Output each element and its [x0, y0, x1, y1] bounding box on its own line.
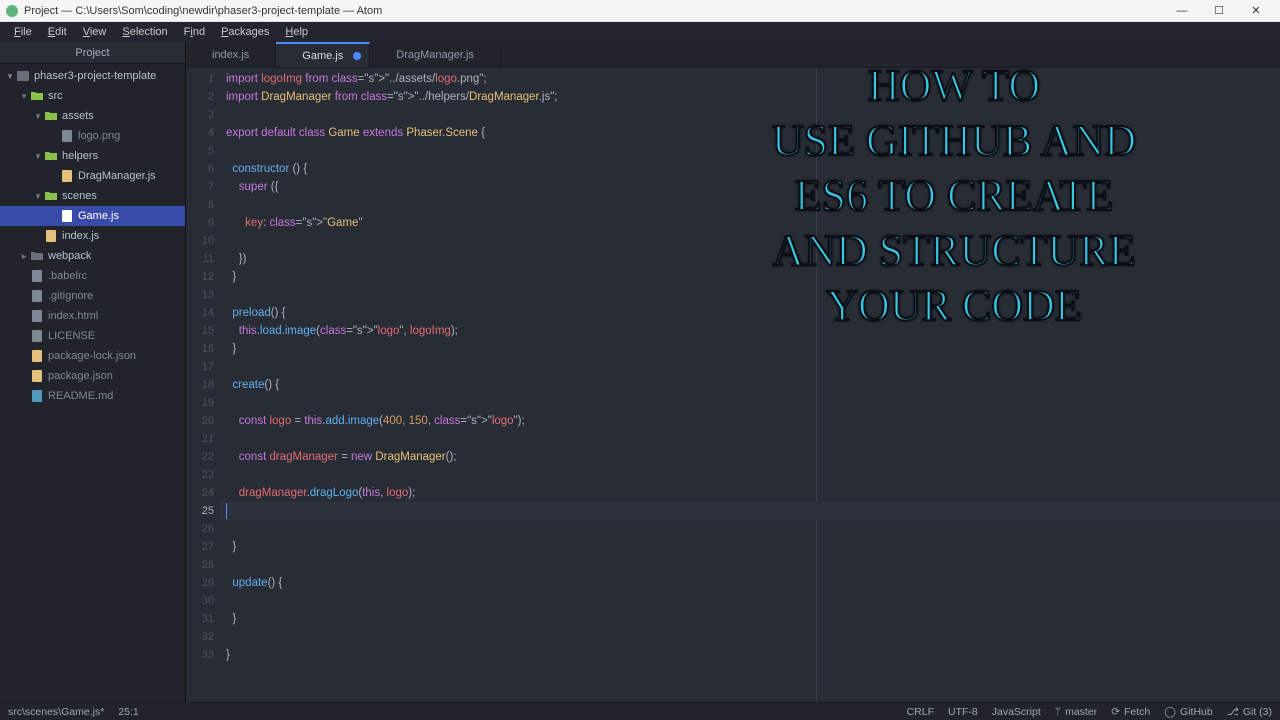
tree-label: .gitignore: [48, 290, 93, 302]
chevron-down-icon: ▾: [32, 151, 44, 162]
tree-label: phaser3-project-template: [34, 70, 156, 82]
tree-file-license[interactable]: LICENSE: [0, 326, 185, 346]
tab-index-js[interactable]: index.js: [186, 42, 276, 67]
status-encoding[interactable]: UTF-8: [948, 706, 978, 718]
tree-file-package-json[interactable]: package.json: [0, 366, 185, 386]
tree-folder-assets[interactable]: ▾ assets: [0, 106, 185, 126]
menu-packages[interactable]: Packages: [213, 26, 277, 38]
window-close-button[interactable]: ✕: [1238, 1, 1274, 21]
tree-file-index-html[interactable]: index.html: [0, 306, 185, 326]
tree-folder-helpers[interactable]: ▾ helpers: [0, 146, 185, 166]
tree-label: logo.png: [78, 130, 120, 142]
image-file-icon: [60, 129, 74, 143]
tree-label: DragManager.js: [78, 170, 156, 182]
tree-label: src: [48, 90, 63, 102]
tab-dragmanager-js[interactable]: DragManager.js: [370, 42, 501, 67]
file-tree[interactable]: ▾ phaser3-project-template ▾ src ▾ asset…: [0, 64, 185, 702]
tree-file-dragmanager[interactable]: DragManager.js: [0, 166, 185, 186]
status-git-branch[interactable]: ᛘmaster: [1055, 706, 1097, 718]
tree-file-logo-png[interactable]: logo.png: [0, 126, 185, 146]
tab-label: index.js: [212, 49, 249, 61]
menu-view[interactable]: View: [75, 26, 115, 38]
tree-label: LICENSE: [48, 330, 95, 342]
atom-icon: [6, 5, 18, 17]
folder-icon: [44, 109, 58, 123]
tree-label: helpers: [62, 150, 98, 162]
file-icon: [30, 269, 44, 283]
line-number-gutter: 1234567891011121314151617181920212223242…: [186, 68, 220, 702]
chevron-down-icon: ▾: [32, 191, 44, 202]
modified-indicator-icon: [353, 52, 361, 60]
tree-label: webpack: [48, 250, 91, 262]
js-file-icon: [44, 229, 58, 243]
status-line-ending[interactable]: CRLF: [907, 706, 934, 718]
tree-label: index.html: [48, 310, 98, 322]
tree-file-babelrc[interactable]: .babelrc: [0, 266, 185, 286]
tree-file-gitignore[interactable]: .gitignore: [0, 286, 185, 306]
tree-label: scenes: [62, 190, 97, 202]
tab-game-js[interactable]: Game.js: [276, 42, 370, 67]
status-grammar[interactable]: JavaScript: [992, 706, 1041, 718]
folder-icon: [44, 149, 58, 163]
branch-icon: ᛘ: [1055, 706, 1061, 718]
tree-label: README.md: [48, 390, 113, 402]
window-maximize-button[interactable]: ☐: [1201, 1, 1237, 21]
sync-icon: ⟳: [1111, 706, 1120, 718]
tree-label: .babelrc: [48, 270, 87, 282]
chevron-down-icon: ▾: [18, 91, 30, 102]
status-bar: src\scenes\Game.js* 25:1 CRLF UTF-8 Java…: [0, 702, 1280, 720]
tree-label: index.js: [62, 230, 99, 242]
github-icon: ◯: [1164, 706, 1176, 718]
project-panel-title: Project: [0, 42, 185, 64]
js-file-icon: [60, 169, 74, 183]
window-minimize-button[interactable]: —: [1164, 1, 1200, 21]
html-file-icon: [30, 309, 44, 323]
chevron-down-icon: ▾: [32, 111, 44, 122]
tree-file-package-lock[interactable]: package-lock.json: [0, 346, 185, 366]
window-titlebar: Project — C:\Users\Som\coding\newdir\pha…: [0, 0, 1280, 22]
folder-icon: [44, 189, 58, 203]
tree-label: package.json: [48, 370, 113, 382]
tree-label: assets: [62, 110, 94, 122]
menu-file[interactable]: File: [6, 26, 40, 38]
json-file-icon: [30, 349, 44, 363]
tree-label: package-lock.json: [48, 350, 136, 362]
chevron-down-icon: ▾: [4, 71, 16, 82]
tree-file-readme[interactable]: README.md: [0, 386, 185, 406]
status-file-path[interactable]: src\scenes\Game.js*: [8, 706, 104, 718]
tree-label: Game.js: [78, 210, 119, 222]
tab-label: Game.js: [302, 50, 343, 62]
status-git[interactable]: ⎇Git (3): [1227, 706, 1272, 718]
menu-bar: File Edit View Selection Find Packages H…: [0, 22, 1280, 42]
status-github[interactable]: ◯GitHub: [1164, 706, 1212, 718]
js-file-icon: [60, 209, 74, 223]
headline-overlay: HOW TOUSE GITHUB ANDES6 TO CREATEAND STR…: [640, 58, 1268, 333]
chevron-right-icon: ▸: [18, 251, 30, 262]
json-file-icon: [30, 369, 44, 383]
git-icon: ⎇: [1227, 706, 1239, 718]
tree-file-game-js[interactable]: Game.js: [0, 206, 185, 226]
tab-label: DragManager.js: [396, 49, 474, 61]
file-icon: [30, 329, 44, 343]
folder-icon: [30, 89, 44, 103]
menu-find[interactable]: Find: [176, 26, 213, 38]
status-cursor-position[interactable]: 25:1: [118, 706, 138, 718]
status-fetch[interactable]: ⟳Fetch: [1111, 706, 1150, 718]
tree-file-index-js[interactable]: index.js: [0, 226, 185, 246]
tree-folder-webpack[interactable]: ▸ webpack: [0, 246, 185, 266]
markdown-file-icon: [30, 389, 44, 403]
menu-edit[interactable]: Edit: [40, 26, 75, 38]
project-icon: [16, 69, 30, 83]
file-icon: [30, 289, 44, 303]
tree-project-root[interactable]: ▾ phaser3-project-template: [0, 66, 185, 86]
menu-selection[interactable]: Selection: [114, 26, 175, 38]
tree-folder-scenes[interactable]: ▾ scenes: [0, 186, 185, 206]
project-sidebar: Project ▾ phaser3-project-template ▾ src…: [0, 42, 186, 702]
menu-help[interactable]: Help: [277, 26, 316, 38]
folder-icon: [30, 249, 44, 263]
tree-folder-src[interactable]: ▾ src: [0, 86, 185, 106]
window-title: Project — C:\Users\Som\coding\newdir\pha…: [24, 5, 382, 17]
